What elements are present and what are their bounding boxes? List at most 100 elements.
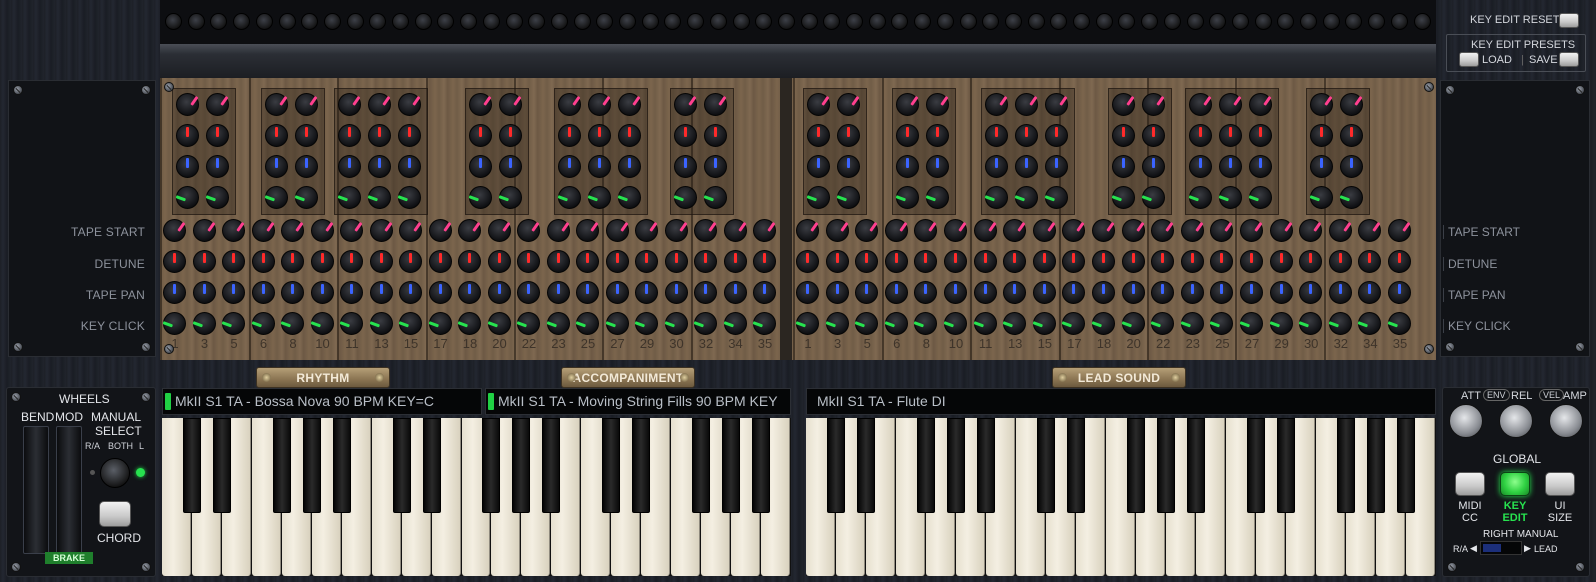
detune-knob[interactable] — [1121, 250, 1145, 273]
upper-pink-knob[interactable] — [837, 93, 860, 116]
upper-blue-knob[interactable] — [807, 155, 830, 178]
upper-blue-knob[interactable] — [1045, 155, 1068, 178]
tape-start-knob[interactable] — [694, 219, 717, 242]
tape-pan-knob[interactable] — [163, 281, 186, 304]
upper-blue-knob[interactable] — [1310, 155, 1333, 178]
upper-blue-knob[interactable] — [896, 155, 919, 178]
upper-blue-knob[interactable] — [588, 155, 611, 178]
tape-pan-knob[interactable] — [694, 281, 717, 304]
black-key[interactable] — [212, 418, 231, 513]
detune-knob[interactable] — [884, 250, 908, 273]
detune-knob[interactable] — [753, 250, 776, 273]
detune-knob[interactable] — [914, 250, 938, 273]
detune-knob[interactable] — [1328, 250, 1352, 273]
upper-pink-knob[interactable] — [206, 93, 229, 116]
upper-green-knob[interactable] — [1248, 186, 1272, 209]
upper-pink-knob[interactable] — [1310, 93, 1333, 116]
upper-red-knob[interactable] — [1340, 124, 1363, 147]
tape-pan-knob[interactable] — [753, 281, 776, 304]
top-strip-knob[interactable] — [982, 13, 1000, 30]
tape-pan-knob[interactable] — [1003, 281, 1027, 304]
tape-pan-knob[interactable] — [458, 281, 481, 304]
tape-start-knob[interactable] — [1269, 219, 1293, 242]
top-strip-knob[interactable] — [1004, 13, 1022, 30]
upper-green-knob[interactable] — [175, 186, 199, 209]
upper-red-knob[interactable] — [398, 124, 421, 147]
tape-pan-knob[interactable] — [1062, 281, 1086, 304]
tape-pan-knob[interactable] — [884, 281, 908, 304]
attack-knob[interactable] — [1449, 404, 1483, 438]
key-click-knob[interactable] — [1032, 312, 1056, 335]
detune-knob[interactable] — [487, 250, 511, 273]
tape-start-knob[interactable] — [222, 219, 245, 242]
tape-start-knob[interactable] — [369, 219, 393, 242]
black-key[interactable] — [752, 418, 771, 513]
top-strip-knob[interactable] — [1390, 13, 1408, 30]
black-key[interactable] — [977, 418, 995, 513]
key-click-knob[interactable] — [664, 312, 688, 335]
upper-blue-knob[interactable] — [1249, 155, 1272, 178]
black-key[interactable] — [722, 418, 741, 513]
upper-blue-knob[interactable] — [618, 155, 641, 178]
upper-blue-knob[interactable] — [295, 155, 318, 178]
tape-start-knob[interactable] — [1358, 219, 1382, 242]
release-knob[interactable] — [1499, 404, 1533, 438]
midi-cc-button[interactable] — [1455, 472, 1485, 496]
upper-red-knob[interactable] — [499, 124, 522, 147]
tape-pan-knob[interactable] — [487, 281, 511, 304]
key-click-knob[interactable] — [516, 312, 540, 335]
top-strip-knob[interactable] — [165, 13, 182, 30]
tape-pan-knob[interactable] — [517, 281, 540, 304]
key-click-knob[interactable] — [973, 312, 997, 335]
detune-knob[interactable] — [340, 250, 363, 273]
top-strip-knob[interactable] — [1073, 13, 1090, 30]
tape-pan-knob[interactable] — [576, 281, 599, 304]
detune-knob[interactable] — [694, 250, 717, 273]
top-strip-knob[interactable] — [1300, 13, 1317, 30]
upper-blue-knob[interactable] — [1112, 155, 1135, 178]
key-click-knob[interactable] — [1150, 312, 1175, 335]
top-strip-knob[interactable] — [323, 13, 341, 30]
upper-pink-knob[interactable] — [896, 93, 919, 116]
tape-start-knob[interactable] — [605, 219, 629, 242]
black-key[interactable] — [482, 418, 501, 513]
amp-knob[interactable] — [1549, 404, 1583, 438]
tape-start-knob[interactable] — [192, 219, 216, 242]
key-click-knob[interactable] — [913, 312, 938, 335]
black-key[interactable] — [512, 418, 531, 513]
tape-start-knob[interactable] — [1240, 219, 1263, 242]
upper-green-knob[interactable] — [673, 186, 697, 209]
tape-pan-knob[interactable] — [1032, 281, 1056, 304]
top-strip-knob[interactable] — [1095, 13, 1113, 30]
tape-start-knob[interactable] — [576, 219, 599, 242]
top-strip-knob[interactable] — [210, 13, 228, 30]
key-click-knob[interactable] — [162, 312, 186, 335]
ui-size-button[interactable] — [1545, 472, 1575, 496]
upper-pink-knob[interactable] — [704, 93, 727, 116]
upper-green-knob[interactable] — [617, 186, 641, 209]
rhythm-patch-display[interactable]: MkII S1 TA - Bossa Nova 90 BPM KEY=C — [162, 388, 482, 415]
detune-knob[interactable] — [1299, 250, 1323, 273]
upper-green-knob[interactable] — [984, 186, 1008, 209]
upper-pink-knob[interactable] — [1015, 93, 1038, 116]
detune-knob[interactable] — [723, 250, 747, 273]
detune-knob[interactable] — [546, 250, 570, 273]
detune-knob[interactable] — [1269, 250, 1293, 273]
key-click-knob[interactable] — [398, 312, 422, 335]
tape-pan-knob[interactable] — [855, 281, 879, 304]
top-strip-knob[interactable] — [800, 13, 818, 30]
upper-blue-knob[interactable] — [265, 155, 288, 178]
upper-blue-knob[interactable] — [558, 155, 581, 178]
key-click-knob[interactable] — [605, 312, 629, 335]
black-key[interactable] — [332, 418, 351, 513]
top-strip-knob[interactable] — [369, 13, 387, 30]
tape-pan-knob[interactable] — [1388, 281, 1411, 304]
detune-knob[interactable] — [1032, 250, 1056, 273]
tape-pan-knob[interactable] — [1328, 281, 1352, 304]
detune-knob[interactable] — [399, 250, 422, 273]
tape-start-knob[interactable] — [1092, 219, 1115, 242]
tape-pan-knob[interactable] — [281, 281, 304, 304]
tape-pan-knob[interactable] — [635, 281, 658, 304]
upper-red-knob[interactable] — [1249, 124, 1272, 147]
black-key[interactable] — [1337, 418, 1355, 513]
